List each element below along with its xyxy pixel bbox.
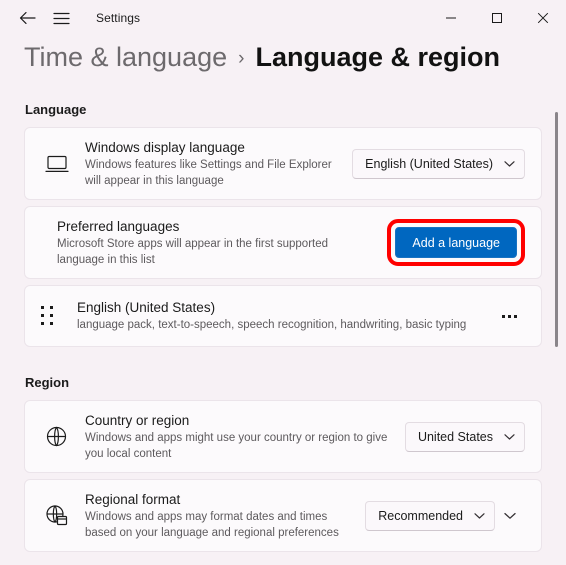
section-header-language: Language [25, 102, 87, 117]
minimize-icon [445, 12, 457, 24]
card-text-block: Country or region Windows and apps might… [85, 401, 405, 472]
card-regional-format[interactable]: Regional format Windows and apps may for… [24, 479, 542, 552]
close-icon [537, 12, 549, 24]
chevron-down-icon [504, 160, 515, 168]
display-language-combobox[interactable]: English (United States) [352, 148, 525, 179]
hamburger-menu-icon [52, 12, 70, 25]
globe-clock-icon [41, 504, 85, 527]
card-text-block: Regional format Windows and apps may for… [85, 480, 365, 551]
drag-dots [41, 306, 54, 326]
minimize-button[interactable] [428, 0, 474, 36]
back-arrow-icon [19, 11, 36, 25]
chevron-down-icon [474, 512, 485, 520]
window-controls [428, 0, 566, 36]
breadcrumb-separator-icon: › [238, 48, 245, 69]
card-text-block: Windows display language Windows feature… [85, 128, 352, 199]
maximize-button[interactable] [474, 0, 520, 36]
card-subtitle: Windows and apps might use your country … [85, 432, 388, 460]
title-bar: Settings [0, 0, 566, 36]
chevron-down-icon [504, 507, 516, 525]
card-title: Preferred languages [57, 219, 180, 234]
hamburger-menu-button[interactable] [44, 3, 78, 33]
regional-format-expand-button[interactable] [495, 501, 525, 531]
monitor-icon [41, 154, 85, 174]
breadcrumb: Time & language › Language & region [0, 36, 566, 94]
section-header-region: Region [25, 375, 70, 390]
vertical-scrollbar[interactable] [552, 112, 562, 555]
card-title: Windows display language [85, 140, 245, 155]
country-or-region-value: United States [417, 429, 493, 444]
card-windows-display-language[interactable]: Windows display language Windows feature… [24, 127, 542, 200]
card-subtitle: Windows and apps may format dates and ti… [85, 511, 339, 539]
scrollbar-thumb[interactable] [555, 112, 558, 347]
regional-format-value: Recommended [378, 508, 463, 523]
more-options-button[interactable] [493, 300, 525, 332]
settings-scroll-area[interactable]: Language Windows display language Window… [0, 94, 566, 565]
card-subtitle: language pack, text-to-speech, speech re… [77, 319, 467, 332]
card-title: Country or region [85, 413, 190, 428]
maximize-icon [491, 12, 503, 24]
country-or-region-combobox[interactable]: United States [404, 421, 525, 452]
card-title: English (United States) [77, 300, 216, 316]
card-country-or-region[interactable]: Country or region Windows and apps might… [24, 400, 542, 473]
card-text-block: Preferred languages Microsoft Store apps… [41, 207, 387, 278]
card-preferred-languages: Preferred languages Microsoft Store apps… [24, 206, 542, 279]
regional-format-combobox[interactable]: Recommended [365, 500, 495, 531]
breadcrumb-parent-link[interactable]: Time & language [24, 42, 227, 73]
back-button[interactable] [10, 3, 44, 33]
drag-handle-icon[interactable] [33, 306, 77, 326]
add-a-language-button[interactable]: Add a language [395, 227, 517, 258]
card-title: Regional format [85, 492, 181, 507]
close-button[interactable] [520, 0, 566, 36]
chevron-down-icon [504, 433, 515, 441]
globe-icon [41, 425, 85, 448]
display-language-value: English (United States) [365, 156, 493, 171]
language-list-item-english-united-states[interactable]: English (United States) language pack, t… [24, 285, 542, 347]
card-subtitle: Windows features like Settings and File … [85, 159, 332, 187]
page-title: Language & region [255, 42, 500, 72]
card-text-block: English (United States) language pack, t… [77, 288, 493, 344]
card-subtitle: Microsoft Store apps will appear in the … [57, 238, 329, 266]
highlight-annotation-ring: Add a language [387, 219, 525, 266]
app-title: Settings [96, 11, 141, 25]
